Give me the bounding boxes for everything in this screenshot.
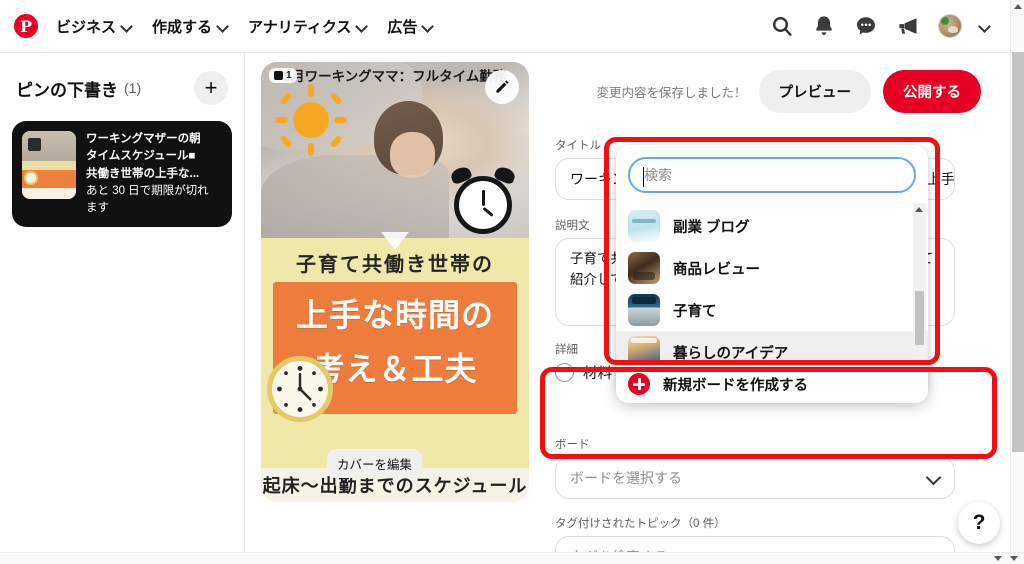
board-thumbnail (628, 252, 660, 284)
horizontal-scroll-strip[interactable] (0, 552, 1024, 564)
drafts-title: ピンの下書き (16, 80, 118, 100)
add-draft-button[interactable]: + (194, 71, 228, 105)
page-scrollbar[interactable] (1010, 0, 1024, 552)
board-thumbnail (628, 336, 660, 368)
pin-orange-line-1: 上手な時間の (295, 297, 494, 333)
top-nav-icon-group (770, 14, 996, 38)
board-thumbnail (628, 294, 660, 326)
nav-item-ads[interactable]: 広告 (377, 10, 443, 43)
chat-icon[interactable] (854, 14, 878, 38)
bell-icon[interactable] (812, 14, 836, 38)
nav-item-business[interactable]: ビジネス (46, 10, 142, 43)
saved-status-text: 変更内容を保存しました！ (596, 85, 747, 100)
pin-preview-card[interactable]: 1 3月ワーキングママ：フルタイム勤務 子育て共働き世帯の 上手な時間の 考え＆… (261, 62, 529, 502)
drafts-sidebar: ピンの下書き (1) + ワーキングマザーの朝 タイムスケジュール■ 共働き世帯… (0, 53, 244, 564)
drafts-sidebar-header: ピンの下書き (1) + (0, 53, 244, 105)
board-option-item[interactable]: 副業 ブログ (616, 205, 928, 247)
pencil-icon[interactable] (485, 70, 519, 104)
alarm-clock-graphic (449, 164, 517, 234)
board-search-input[interactable]: 検索 (628, 157, 916, 193)
nav-item-analytics[interactable]: アナリティクス (238, 10, 377, 43)
nav-item-create-label: 作成する (152, 18, 213, 36)
board-search-placeholder: 検索 (644, 167, 672, 183)
play-triangle-icon (381, 232, 409, 250)
multi-image-badge: 1 (269, 68, 297, 83)
create-new-board-label: 新規ボードを作成する (663, 377, 808, 394)
board-option-item[interactable]: 商品レビュー (616, 247, 928, 289)
board-option-label: 副業 ブログ (673, 219, 750, 236)
sun-graphic (275, 84, 347, 156)
pinterest-logo-icon[interactable]: P (14, 14, 38, 38)
chevron-down-icon (423, 21, 433, 31)
board-option-item[interactable]: 子育て (616, 289, 928, 331)
draft-list-item[interactable]: ワーキングマザーの朝 タイムスケジュール■ 共働き世帯の上手な... あと 30… (12, 121, 232, 228)
avatar[interactable] (938, 14, 962, 38)
edit-cover-button[interactable]: カバーを編集 (327, 449, 423, 478)
draft-text-block: ワーキングマザーの朝 タイムスケジュール■ 共働き世帯の上手な... あと 30… (86, 131, 209, 217)
scroll-down-arrow-icon-2[interactable] (1010, 556, 1018, 561)
pin-preview-column: 1 3月ワーキングママ：フルタイム勤務 子育て共働き世帯の 上手な時間の 考え＆… (245, 53, 545, 564)
form-header-actions: 変更内容を保存しました！ プレビュー 公開する (545, 69, 995, 113)
drafts-count: (1) (124, 80, 142, 96)
multi-image-count: 1 (286, 70, 292, 81)
nav-item-create[interactable]: 作成する (142, 10, 238, 43)
board-dropdown-panel: 検索 副業 ブログ 商品レビュー 子育て 暮らしのアイデア (616, 145, 928, 397)
publish-button[interactable]: 公開する (883, 69, 981, 113)
draft-title-line-1: ワーキングマザーの朝 (86, 133, 201, 145)
tagged-topics-label: タグ付けされたトピック（0 件） (555, 518, 726, 530)
radio-unchecked-icon[interactable] (555, 363, 574, 382)
nav-item-business-label: ビジネス (56, 18, 117, 36)
board-select-placeholder: ボードを選択する (570, 470, 682, 486)
scroll-up-arrow-icon[interactable] (915, 207, 923, 212)
details-radio-label: 材料 (583, 366, 612, 382)
draft-title-line-2: タイムスケジュール■ (86, 150, 196, 163)
chevron-down-icon (928, 472, 940, 484)
create-new-board-button[interactable]: 新規ボードを作成する (616, 365, 928, 403)
scroll-up-arrow-icon[interactable] (1014, 4, 1022, 9)
search-icon[interactable] (770, 14, 794, 38)
wall-clock-graphic (267, 356, 333, 422)
chevron-down-icon (218, 21, 228, 31)
top-navigation-bar: P ビジネス 作成する アナリティクス 広告 (0, 0, 1010, 52)
scrollbar-thumb[interactable] (915, 291, 924, 345)
board-option-label: 子育て (673, 303, 717, 320)
board-select[interactable]: ボードを選択する (555, 457, 955, 499)
board-thumbnail (628, 210, 660, 242)
draft-expiry-line-1: あと 30 日で期限が切れ (86, 184, 209, 197)
page-scrollbar-thumb[interactable] (1012, 52, 1024, 452)
plus-circle-icon (628, 373, 650, 395)
chevron-down-icon[interactable] (980, 21, 990, 31)
help-button[interactable]: ? (958, 502, 1000, 544)
preview-button[interactable]: プレビュー (758, 69, 871, 113)
board-field-group: ボード ボードを選択する (555, 436, 955, 499)
board-label: ボード (555, 439, 590, 451)
nav-item-ads-label: 広告 (387, 18, 418, 36)
scroll-down-arrow-icon[interactable] (994, 556, 1002, 561)
chevron-down-icon (122, 21, 132, 31)
draft-title-line-3: 共働き世帯の上手な... (86, 167, 200, 180)
stack-icon (274, 71, 283, 80)
chevron-down-icon (357, 21, 367, 31)
app-root: P ビジネス 作成する アナリティクス 広告 ピンの下書き (1) + ワーキン… (0, 0, 1024, 564)
draft-expiry-line-2: ます (86, 202, 109, 214)
nav-item-analytics-label: アナリティクス (248, 18, 352, 36)
board-option-label: 暮らしのアイデア (673, 345, 789, 362)
megaphone-icon[interactable] (896, 14, 920, 38)
draft-thumbnail (22, 131, 76, 199)
pin-band-title: 子育て共働き世帯の (296, 254, 494, 276)
board-option-label: 商品レビュー (673, 261, 760, 278)
pin-text-band: 子育て共働き世帯の 上手な時間の 考え＆工夫 (261, 238, 529, 468)
text-caret (643, 167, 644, 187)
board-search-wrapper: 検索 (616, 145, 928, 201)
